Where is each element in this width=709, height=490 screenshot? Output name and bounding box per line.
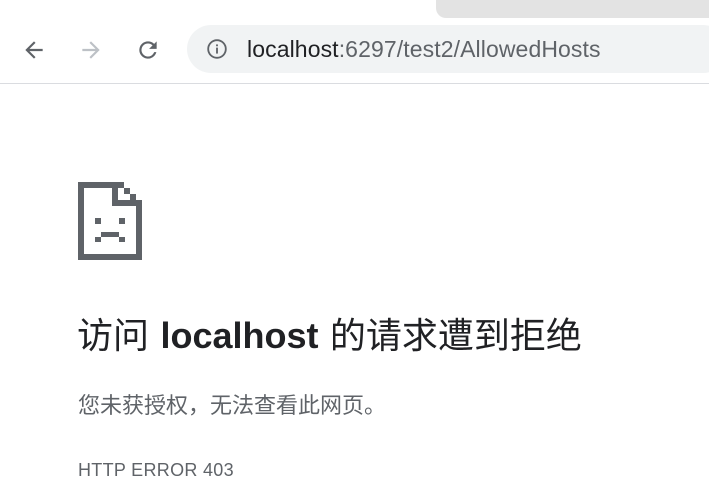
- forward-button[interactable]: [74, 33, 108, 67]
- address-bar[interactable]: localhost:6297/test2/AllowedHosts: [187, 25, 709, 73]
- reload-button[interactable]: [131, 33, 165, 67]
- error-title-prefix: 访问: [77, 316, 161, 357]
- browser-toolbar: localhost:6297/test2/AllowedHosts: [0, 0, 709, 84]
- sad-document-icon: [78, 182, 142, 260]
- url-text[interactable]: localhost:6297/test2/AllowedHosts: [247, 36, 601, 62]
- error-title-suffix: 的请求遭到拒绝: [318, 316, 582, 357]
- back-button[interactable]: [17, 33, 51, 67]
- error-title-host: localhost: [160, 315, 319, 356]
- arrow-right-icon: [82, 41, 100, 59]
- arrow-left-icon: [25, 41, 43, 59]
- info-circle-icon[interactable]: [206, 38, 228, 60]
- url-host: localhost: [247, 36, 339, 62]
- error-code: HTTP ERROR 403: [78, 460, 234, 480]
- error-description: 您未获授权，无法查看此网页。: [78, 394, 387, 419]
- url-path: :6297/test2/AllowedHosts: [338, 36, 601, 62]
- error-title: 访问 localhost 的请求遭到拒绝: [77, 312, 582, 361]
- reload-icon: [139, 41, 157, 59]
- tab-strip[interactable]: [436, 0, 709, 18]
- browser-window: localhost:6297/test2/AllowedHosts 访问 loc…: [0, 0, 709, 490]
